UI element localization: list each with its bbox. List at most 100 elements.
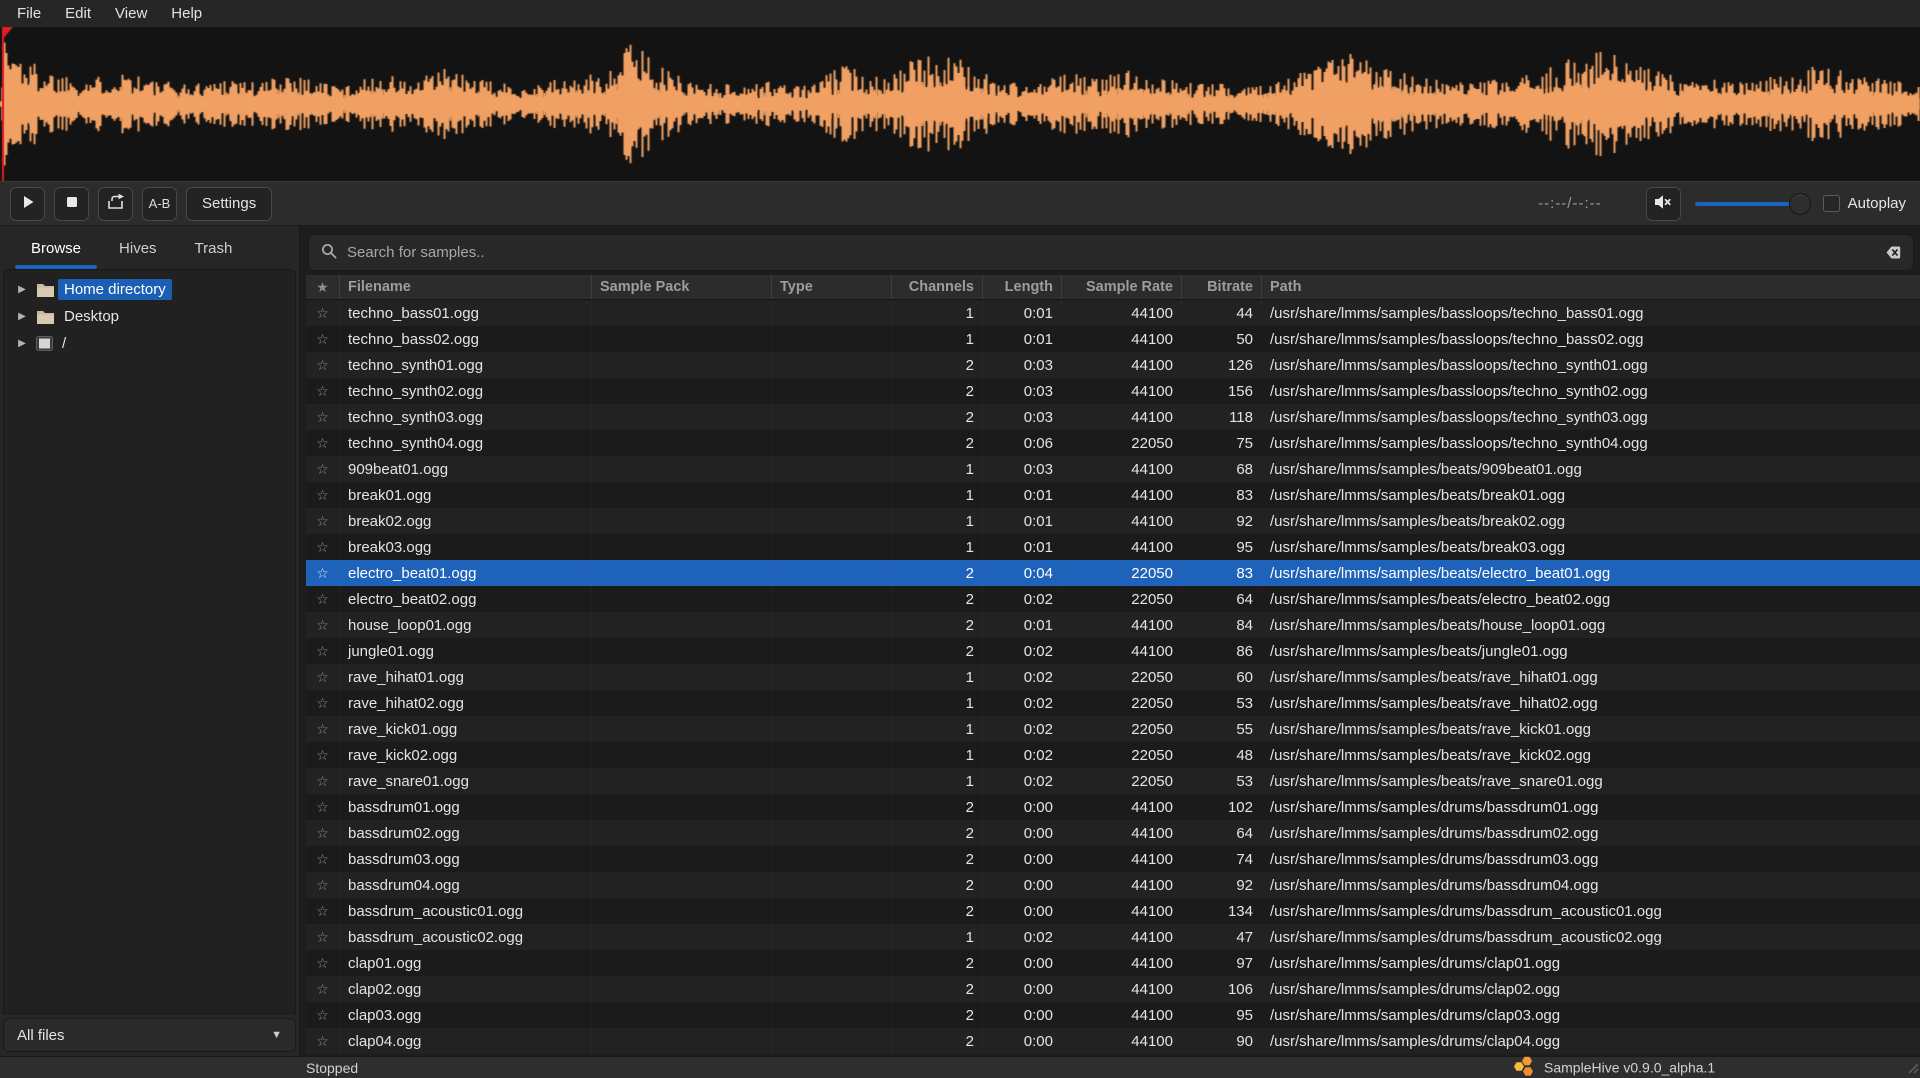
- table-row[interactable]: ☆ bassdrum02.ogg 2 0:00 44100 64 /usr/sh…: [306, 820, 1920, 846]
- clear-search-icon[interactable]: [1881, 245, 1901, 260]
- table-row[interactable]: ☆ rave_kick01.ogg 1 0:02 22050 55 /usr/s…: [306, 716, 1920, 742]
- favorite-star-icon[interactable]: ☆: [306, 1028, 340, 1054]
- resize-grip[interactable]: [1905, 1060, 1919, 1077]
- favorite-star-icon[interactable]: ☆: [306, 326, 340, 352]
- table-row[interactable]: ☆ clap02.ogg 2 0:00 44100 106 /usr/share…: [306, 976, 1920, 1002]
- table-row[interactable]: ☆ techno_bass01.ogg 1 0:01 44100 44 /usr…: [306, 300, 1920, 326]
- table-row[interactable]: ☆ bassdrum01.ogg 2 0:00 44100 102 /usr/s…: [306, 794, 1920, 820]
- table-row[interactable]: ☆ techno_synth04.ogg 2 0:06 22050 75 /us…: [306, 430, 1920, 456]
- favorite-star-icon[interactable]: ☆: [306, 456, 340, 482]
- expander-icon[interactable]: ▶: [14, 284, 30, 295]
- volume-slider[interactable]: [1695, 192, 1807, 216]
- favorite-star-icon[interactable]: ☆: [306, 716, 340, 742]
- table-row[interactable]: ☆ clap03.ogg 2 0:00 44100 95 /usr/share/…: [306, 1002, 1920, 1028]
- table-row[interactable]: ☆ techno_synth01.ogg 2 0:03 44100 126 /u…: [306, 352, 1920, 378]
- menu-item[interactable]: File: [5, 3, 53, 24]
- table-row[interactable]: ☆ house_loop01.ogg 2 0:01 44100 84 /usr/…: [306, 612, 1920, 638]
- favorite-star-icon[interactable]: ☆: [306, 404, 340, 430]
- table-row[interactable]: ☆ bassdrum_acoustic02.ogg 1 0:02 44100 4…: [306, 924, 1920, 950]
- favorite-star-icon[interactable]: ☆: [306, 560, 340, 586]
- column-header-filename[interactable]: Filename: [340, 275, 592, 299]
- favorite-star-icon[interactable]: ☆: [306, 352, 340, 378]
- table-row[interactable]: ☆ techno_synth02.ogg 2 0:03 44100 156 /u…: [306, 378, 1920, 404]
- table-row[interactable]: ☆ techno_synth03.ogg 2 0:03 44100 118 /u…: [306, 404, 1920, 430]
- table-row[interactable]: ☆ rave_hihat01.ogg 1 0:02 22050 60 /usr/…: [306, 664, 1920, 690]
- favorite-star-icon[interactable]: ☆: [306, 300, 340, 326]
- autoplay-checkbox[interactable]: [1823, 195, 1840, 212]
- table-row[interactable]: ☆ bassdrum_acoustic01.ogg 2 0:00 44100 1…: [306, 898, 1920, 924]
- column-header-sample-pack[interactable]: Sample Pack: [592, 275, 772, 299]
- favorite-star-icon[interactable]: ☆: [306, 768, 340, 794]
- menu-item[interactable]: Edit: [53, 3, 103, 24]
- search-bar[interactable]: [308, 234, 1914, 271]
- volume-slider-track[interactable]: [1695, 202, 1803, 206]
- favorite-star-icon[interactable]: ☆: [306, 378, 340, 404]
- volume-slider-knob[interactable]: [1789, 193, 1811, 215]
- table-row[interactable]: ☆ break03.ogg 1 0:01 44100 95 /usr/share…: [306, 534, 1920, 560]
- stop-button[interactable]: [54, 187, 89, 221]
- table-row[interactable]: ☆ rave_snare01.ogg 1 0:02 22050 53 /usr/…: [306, 768, 1920, 794]
- favorite-star-icon[interactable]: ☆: [306, 482, 340, 508]
- favorite-star-icon[interactable]: ☆: [306, 794, 340, 820]
- favorite-star-icon[interactable]: ☆: [306, 612, 340, 638]
- play-button[interactable]: [10, 187, 45, 221]
- table-row[interactable]: ☆ electro_beat01.ogg 2 0:04 22050 83 /us…: [306, 560, 1920, 586]
- table-row[interactable]: ☆ 909beat01.ogg 1 0:03 44100 68 /usr/sha…: [306, 456, 1920, 482]
- favorite-star-icon[interactable]: ☆: [306, 950, 340, 976]
- menu-item[interactable]: Help: [159, 3, 214, 24]
- column-header-sample-rate[interactable]: Sample Rate: [1062, 275, 1182, 299]
- expander-icon[interactable]: ▶: [14, 311, 30, 322]
- table-row[interactable]: ☆ jungle01.ogg 2 0:02 44100 86 /usr/shar…: [306, 638, 1920, 664]
- table-row[interactable]: ☆ techno_bass02.ogg 1 0:01 44100 50 /usr…: [306, 326, 1920, 352]
- column-header-channels[interactable]: Channels: [892, 275, 983, 299]
- mute-button[interactable]: [1646, 187, 1681, 221]
- favorite-star-icon[interactable]: ☆: [306, 898, 340, 924]
- cell-length: 0:02: [983, 716, 1062, 742]
- favorite-star-icon[interactable]: ☆: [306, 820, 340, 846]
- cell-bitrate: 92: [1182, 872, 1262, 898]
- tree-item[interactable]: ▶ Home directory: [4, 276, 295, 303]
- favorite-star-icon[interactable]: ☆: [306, 638, 340, 664]
- autoplay-label: Autoplay: [1848, 195, 1906, 212]
- favorite-star-icon[interactable]: ☆: [306, 742, 340, 768]
- favorite-star-icon[interactable]: ☆: [306, 508, 340, 534]
- table-row[interactable]: ☆ rave_hihat02.ogg 1 0:02 22050 53 /usr/…: [306, 690, 1920, 716]
- column-header-path[interactable]: Path: [1262, 275, 1920, 299]
- favorite-star-icon[interactable]: ☆: [306, 872, 340, 898]
- favorite-star-icon[interactable]: ☆: [306, 690, 340, 716]
- tree-item[interactable]: ▶ /: [4, 330, 295, 357]
- expander-icon[interactable]: ▶: [14, 338, 30, 349]
- favorite-star-icon[interactable]: ☆: [306, 664, 340, 690]
- table-row[interactable]: ☆ break02.ogg 1 0:01 44100 92 /usr/share…: [306, 508, 1920, 534]
- favorite-star-icon[interactable]: ☆: [306, 430, 340, 456]
- sidebar-tab[interactable]: Browse: [12, 230, 100, 269]
- favorite-star-icon[interactable]: ☆: [306, 924, 340, 950]
- sidebar-tab[interactable]: Trash: [176, 230, 252, 269]
- table-row[interactable]: ☆ clap01.ogg 2 0:00 44100 97 /usr/share/…: [306, 950, 1920, 976]
- table-row[interactable]: ☆ break01.ogg 1 0:01 44100 83 /usr/share…: [306, 482, 1920, 508]
- favorite-star-icon[interactable]: ☆: [306, 1002, 340, 1028]
- settings-button[interactable]: Settings: [186, 187, 272, 221]
- table-row[interactable]: ☆ bassdrum03.ogg 2 0:00 44100 74 /usr/sh…: [306, 846, 1920, 872]
- column-header-favorites[interactable]: ★: [306, 275, 340, 299]
- column-header-bitrate[interactable]: Bitrate: [1182, 275, 1262, 299]
- favorite-star-icon[interactable]: ☆: [306, 586, 340, 612]
- favorite-star-icon[interactable]: ☆: [306, 976, 340, 1002]
- search-input[interactable]: [347, 244, 1881, 261]
- sidebar-tab[interactable]: Hives: [100, 230, 176, 269]
- table-row[interactable]: ☆ bassdrum04.ogg 2 0:00 44100 92 /usr/sh…: [306, 872, 1920, 898]
- favorite-star-icon[interactable]: ☆: [306, 534, 340, 560]
- column-header-type[interactable]: Type: [772, 275, 892, 299]
- loop-button[interactable]: [98, 187, 133, 221]
- tree-item[interactable]: ▶ Desktop: [4, 303, 295, 330]
- menu-item[interactable]: View: [103, 3, 159, 24]
- loop-ab-button[interactable]: A-B: [142, 187, 177, 221]
- file-filter-dropdown[interactable]: All files ▼: [3, 1018, 296, 1052]
- waveform-canvas[interactable]: [0, 27, 1920, 181]
- table-row[interactable]: ☆ electro_beat02.ogg 2 0:02 22050 64 /us…: [306, 586, 1920, 612]
- cell-type: [772, 326, 892, 352]
- favorite-star-icon[interactable]: ☆: [306, 846, 340, 872]
- table-row[interactable]: ☆ rave_kick02.ogg 1 0:02 22050 48 /usr/s…: [306, 742, 1920, 768]
- column-header-length[interactable]: Length: [983, 275, 1062, 299]
- table-row[interactable]: ☆ clap04.ogg 2 0:00 44100 90 /usr/share/…: [306, 1028, 1920, 1054]
